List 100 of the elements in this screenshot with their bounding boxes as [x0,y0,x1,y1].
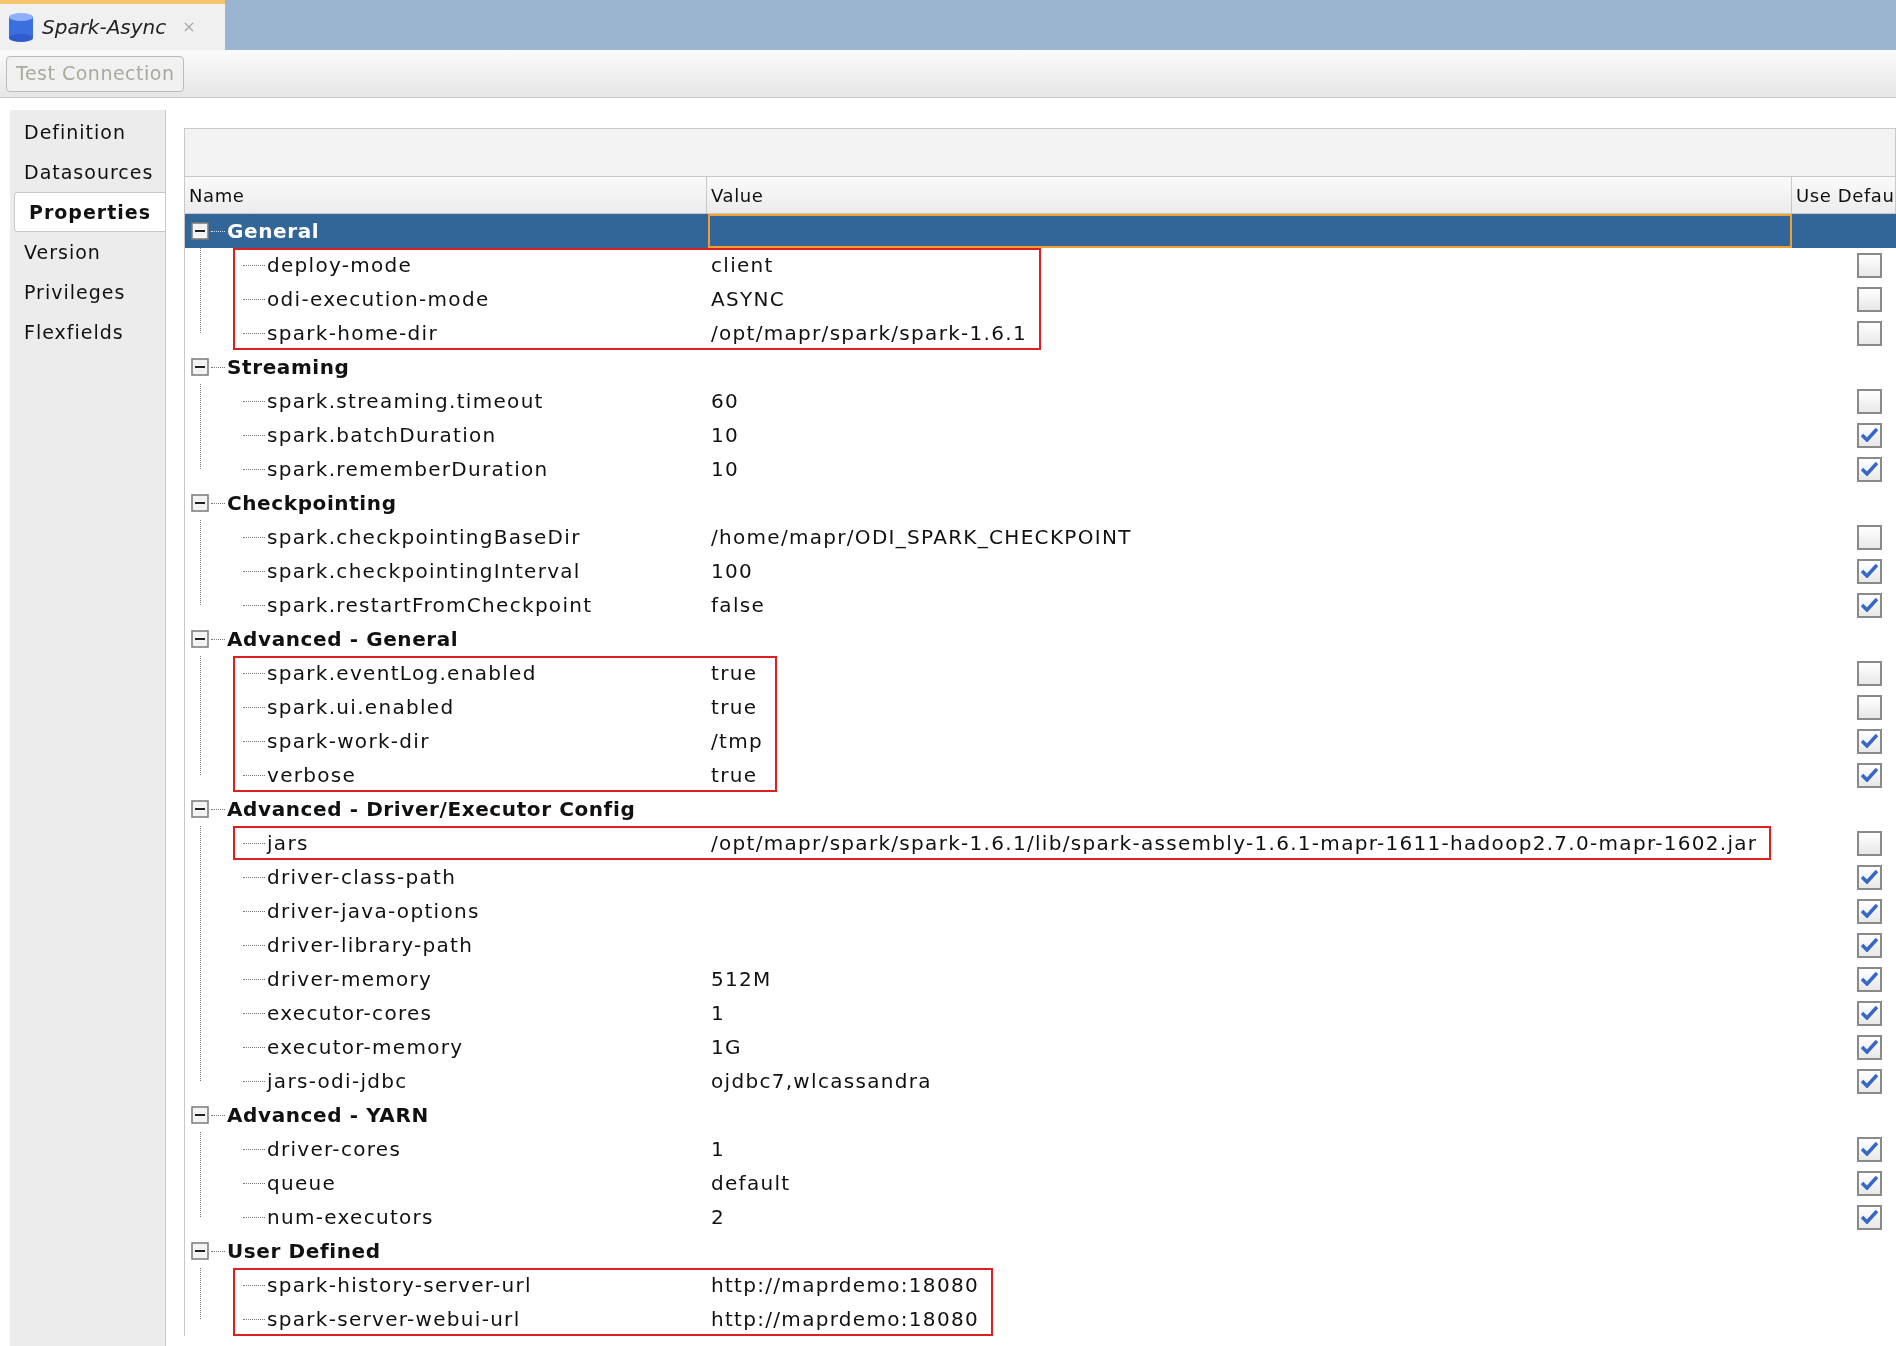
property-value[interactable]: /opt/mapr/spark/spark-1.6.1 [708,318,1041,348]
group-label: Advanced - General [227,626,459,653]
property-name: spark-server-webui-url [267,1306,521,1333]
property-name: executor-cores [267,1000,433,1027]
group-label: User Defined [227,1238,381,1265]
property-value[interactable]: /tmp [708,726,777,756]
property-value[interactable]: true [708,760,772,790]
property-name: spark.streaming.timeout [267,388,544,415]
database-icon [8,12,34,42]
sidebar-item[interactable]: Properties [14,192,165,232]
sidebar-item[interactable]: Privileges [10,272,165,312]
property-name: driver-java-options [267,898,480,925]
property-value[interactable]: false [708,590,780,620]
group-row[interactable]: General [185,214,1896,248]
property-name: spark.eventLog.enabled [267,660,537,687]
use-default-checkbox[interactable] [1857,864,1882,890]
tab-title: Spark-Async [42,14,167,41]
group-row[interactable]: User Defined [185,1234,1896,1268]
use-default-checkbox[interactable] [1857,830,1882,856]
use-default-checkbox[interactable] [1857,728,1882,754]
property-value[interactable]: 100 [708,556,768,586]
group-label: Checkpointing [227,490,397,517]
property-name: spark.batchDuration [267,422,497,449]
collapse-icon[interactable] [191,358,209,376]
use-default-checkbox[interactable] [1857,1170,1882,1196]
property-value[interactable]: ASYNC [708,284,800,314]
use-default-checkbox[interactable] [1857,762,1882,788]
sidebar-item[interactable]: Version [10,232,165,272]
property-value[interactable]: 1 [708,1134,740,1164]
use-default-checkbox[interactable] [1857,966,1882,992]
document-tab[interactable]: Spark-Async × [0,0,225,50]
use-default-checkbox[interactable] [1857,456,1882,482]
use-default-checkbox[interactable] [1857,252,1882,278]
property-name: driver-memory [267,966,433,993]
group-label: Streaming [227,354,350,381]
group-row[interactable]: Checkpointing [185,486,1896,520]
use-default-checkbox[interactable] [1857,898,1882,924]
use-default-checkbox[interactable] [1857,1204,1882,1230]
property-value[interactable]: 1 [708,998,740,1028]
property-value[interactable]: true [708,658,772,688]
use-default-checkbox[interactable] [1857,558,1882,584]
group-label: Advanced - YARN [227,1102,429,1129]
collapse-icon[interactable] [191,222,209,240]
property-value[interactable]: client [708,250,788,280]
property-value[interactable]: ojdbc7,wlcassandra [708,1066,946,1096]
use-default-checkbox[interactable] [1857,932,1882,958]
property-value[interactable]: 2 [708,1202,740,1232]
column-header[interactable]: Value [707,177,1792,213]
group-row[interactable]: Advanced - General [185,622,1896,656]
sidebar-item[interactable]: Datasources [10,152,165,192]
property-value[interactable]: /home/mapr/ODI_SPARK_CHECKPOINT [708,522,1146,552]
property-name: deploy-mode [267,252,413,279]
property-name: verbose [267,762,357,789]
use-default-checkbox[interactable] [1857,694,1882,720]
use-default-checkbox[interactable] [1857,422,1882,448]
group-row[interactable]: Advanced - Driver/Executor Config [185,792,1896,826]
property-name: num-executors [267,1204,434,1231]
collapse-icon[interactable] [191,630,209,648]
property-value[interactable]: true [708,692,772,722]
property-name: spark-home-dir [267,320,438,347]
group-row[interactable]: Streaming [185,350,1896,384]
property-value[interactable]: 512M [708,964,786,994]
property-name: driver-cores [267,1136,402,1163]
use-default-checkbox[interactable] [1857,1000,1882,1026]
use-default-checkbox[interactable] [1857,592,1882,618]
property-value[interactable]: http://maprdemo:18080 [708,1270,993,1300]
group-label: Advanced - Driver/Executor Config [227,796,636,823]
use-default-checkbox[interactable] [1857,1034,1882,1060]
property-value[interactable]: http://maprdemo:18080 [708,1304,993,1334]
use-default-checkbox[interactable] [1857,524,1882,550]
sidebar-item[interactable]: Flexfields [10,312,165,352]
group-label: General [227,218,320,245]
collapse-icon[interactable] [191,800,209,818]
use-default-checkbox[interactable] [1857,1068,1882,1094]
use-default-checkbox[interactable] [1857,660,1882,686]
use-default-checkbox[interactable] [1857,388,1882,414]
property-name: driver-library-path [267,932,474,959]
property-value[interactable]: 1G [708,1032,756,1062]
property-name: driver-class-path [267,864,457,891]
property-name: spark.ui.enabled [267,694,455,721]
column-header[interactable]: Use Defau [1792,177,1895,213]
property-name: spark-work-dir [267,728,430,755]
property-value[interactable]: /opt/mapr/spark/spark-1.6.1/lib/spark-assembly-1.6.1-mapr-1611-hadoop2.7.0-mapr-1602.jar [708,828,1772,858]
property-name: jars [267,830,309,857]
collapse-icon[interactable] [191,494,209,512]
sidebar-item[interactable]: Definition [10,112,165,152]
property-value[interactable]: default [708,1168,805,1198]
property-value[interactable]: 10 [708,420,754,450]
use-default-checkbox[interactable] [1857,320,1882,346]
use-default-checkbox[interactable] [1857,286,1882,312]
group-row[interactable]: Advanced - YARN [185,1098,1896,1132]
property-value[interactable]: 60 [708,386,754,416]
column-header[interactable]: Name [185,177,707,213]
collapse-icon[interactable] [191,1106,209,1124]
use-default-checkbox[interactable] [1857,1136,1882,1162]
collapse-icon[interactable] [191,1242,209,1260]
property-name: odi-execution-mode [267,286,490,313]
property-name: queue [267,1170,337,1197]
property-name: spark.restartFromCheckpoint [267,592,593,619]
property-value[interactable]: 10 [708,454,754,484]
